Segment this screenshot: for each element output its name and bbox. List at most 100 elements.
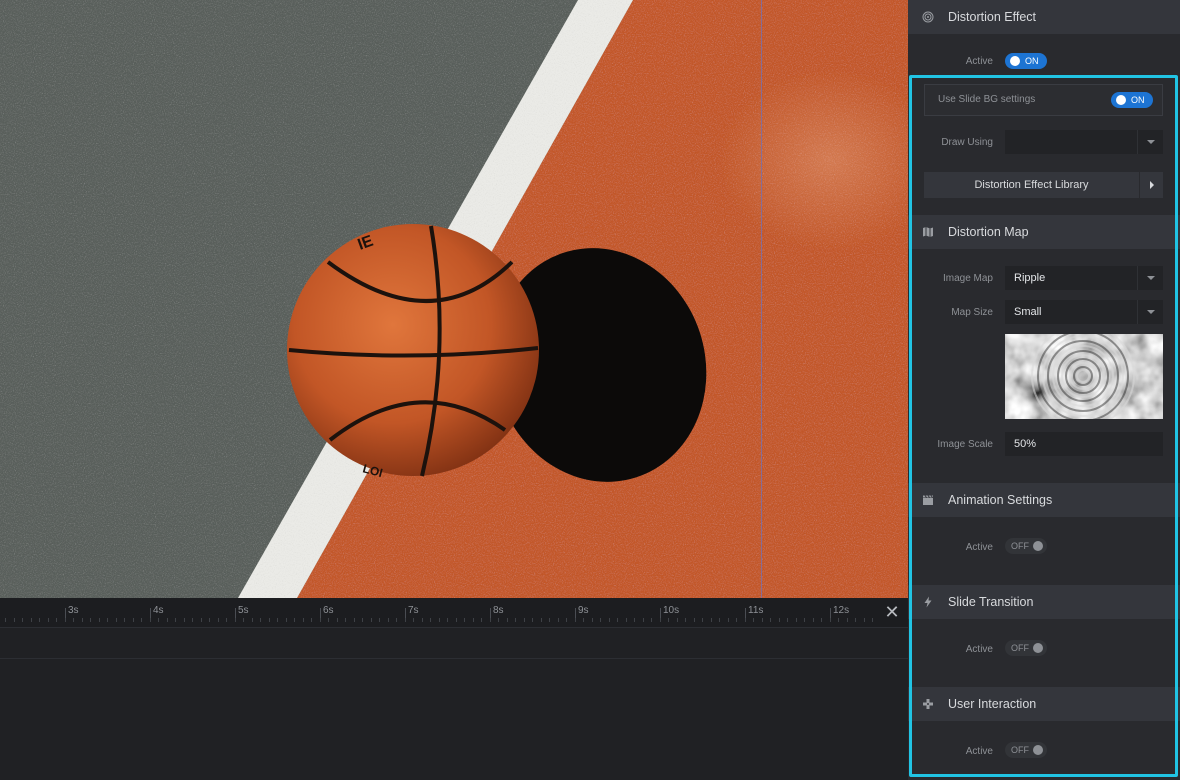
minor-tick <box>396 618 397 622</box>
transition-active-toggle[interactable]: OFF <box>1005 640 1047 656</box>
slide-canvas[interactable]: IE LOI <box>0 0 908 598</box>
minor-tick <box>659 618 661 622</box>
minor-tick <box>557 618 559 622</box>
minor-tick <box>98 618 100 622</box>
minor-tick <box>651 618 652 622</box>
section-header-distortion-effect[interactable]: Distortion Effect <box>908 0 1180 34</box>
toggle-state: OFF <box>1011 745 1029 755</box>
minor-tick <box>600 618 601 622</box>
minor-tick <box>166 618 168 622</box>
timeline-track[interactable] <box>0 628 908 659</box>
minor-tick <box>566 618 567 622</box>
minor-tick <box>141 618 142 622</box>
toggle-state: ON <box>1025 56 1039 66</box>
active-label: Active <box>965 542 993 553</box>
minor-tick <box>438 618 440 622</box>
minor-tick <box>404 618 406 622</box>
timeline-panel: 3s 4s 5s 6s 7s 8s 9s 10s 11s 12s ✕ <box>0 598 908 780</box>
minor-tick <box>132 618 134 622</box>
toggle-knob <box>1033 643 1043 653</box>
draw-using-select[interactable] <box>1005 130 1163 154</box>
minor-tick <box>192 618 193 622</box>
minor-tick <box>761 618 763 622</box>
minor-tick <box>676 618 678 622</box>
minor-tick <box>846 618 848 622</box>
minor-tick <box>574 618 576 622</box>
minor-tick <box>319 618 321 622</box>
section-title: Distortion Effect <box>948 10 1037 24</box>
minor-tick <box>217 618 219 622</box>
minor-tick <box>430 618 431 622</box>
distortion-active-toggle[interactable]: ON <box>1005 53 1047 69</box>
minor-tick <box>727 618 729 622</box>
active-label: Active <box>965 644 993 655</box>
minor-tick <box>370 618 372 622</box>
minor-tick <box>719 618 720 622</box>
minor-tick <box>489 618 491 622</box>
minor-tick <box>455 618 457 622</box>
toggle-state: OFF <box>1011 643 1029 653</box>
toggle-state: OFF <box>1011 541 1029 551</box>
minor-tick <box>90 618 91 622</box>
minor-tick <box>634 618 635 622</box>
section-header-slide-transition[interactable]: Slide Transition <box>908 585 1180 619</box>
section-title: Distortion Map <box>948 225 1029 239</box>
minor-tick <box>285 618 287 622</box>
minor-tick <box>5 618 6 622</box>
minor-tick <box>787 618 788 622</box>
minor-tick <box>260 618 261 622</box>
minor-tick <box>268 618 270 622</box>
minor-tick <box>302 618 304 622</box>
select-value: Small <box>1014 306 1042 318</box>
minor-tick <box>506 618 508 622</box>
minor-tick <box>642 618 644 622</box>
minor-tick <box>328 618 329 622</box>
chevron-right-icon <box>1139 172 1163 198</box>
minor-tick <box>158 618 159 622</box>
distortion-library-button[interactable]: Distortion Effect Library <box>924 172 1163 198</box>
draw-using-label: Draw Using <box>941 137 993 148</box>
map-icon <box>921 225 935 239</box>
chevron-down-icon <box>1137 266 1163 290</box>
minor-tick <box>251 618 253 622</box>
map-size-select[interactable]: Small <box>1005 300 1163 324</box>
use-slide-bg-toggle[interactable]: ON <box>1111 92 1153 108</box>
toggle-state: ON <box>1131 95 1145 105</box>
tick-label: 11s <box>748 605 764 616</box>
timeline-ruler[interactable]: 3s 4s 5s 6s 7s 8s 9s 10s 11s 12s ✕ <box>0 598 908 628</box>
section-title: Slide Transition <box>948 595 1034 609</box>
tick-label: 10s <box>663 605 680 616</box>
close-icon[interactable]: ✕ <box>884 603 900 621</box>
select-value: Ripple <box>1014 272 1046 284</box>
minor-tick <box>226 618 227 622</box>
minor-tick <box>56 618 57 622</box>
image-scale-input[interactable]: 50% <box>1005 432 1163 456</box>
animation-active-toggle[interactable]: OFF <box>1005 538 1047 554</box>
minor-tick <box>175 618 176 622</box>
minor-tick <box>234 618 236 622</box>
active-label: Active <box>965 56 993 67</box>
minor-tick <box>345 618 346 622</box>
minor-tick <box>855 618 856 622</box>
minor-tick <box>379 618 380 622</box>
minor-tick <box>838 618 839 622</box>
image-map-select[interactable]: Ripple <box>1005 266 1163 290</box>
tick-label: 6s <box>323 605 334 616</box>
chevron-down-icon <box>1137 130 1163 154</box>
court-photo: IE LOI <box>0 0 908 598</box>
use-slide-bg-row: Use Slide BG settings ON <box>924 84 1163 116</box>
minor-tick <box>583 618 584 622</box>
section-header-animation-settings[interactable]: Animation Settings <box>908 483 1180 517</box>
timeline-playhead[interactable] <box>761 0 762 598</box>
section-title: User Interaction <box>948 697 1037 711</box>
toggle-knob <box>1033 745 1043 755</box>
interaction-active-toggle[interactable]: OFF <box>1005 742 1047 758</box>
use-slide-bg-label: Use Slide BG settings <box>938 94 1036 105</box>
chevron-down-icon <box>1137 300 1163 324</box>
minor-tick <box>413 618 414 622</box>
section-header-user-interaction[interactable]: User Interaction <box>908 687 1180 721</box>
tick-label: 4s <box>153 605 164 616</box>
section-header-distortion-map[interactable]: Distortion Map <box>908 215 1180 249</box>
minor-tick <box>549 618 550 622</box>
minor-tick <box>481 618 482 622</box>
